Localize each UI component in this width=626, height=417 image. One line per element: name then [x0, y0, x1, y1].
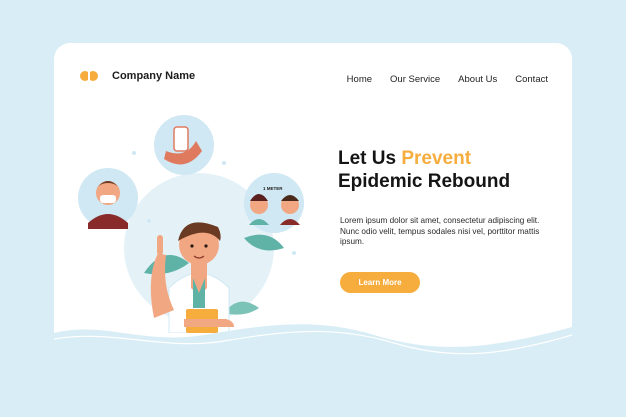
hero-title: Let Us Prevent Epidemic Rebound: [338, 147, 568, 193]
title-accent: Prevent: [401, 148, 472, 169]
learn-more-button[interactable]: Learn More: [340, 272, 420, 293]
title-part-2: Epidemic Rebound: [338, 171, 511, 192]
avatar-hand-sanitizer: [154, 115, 214, 175]
avatar-social-distancing: 1 METER: [244, 173, 304, 233]
avatar-masked-man: [78, 168, 138, 229]
company-name: Company Name: [112, 70, 196, 82]
hero-description: Lorem ipsum dolor sit amet, consectetur …: [340, 216, 540, 246]
nav-about-us[interactable]: About Us: [458, 74, 497, 85]
landing-card: Company Name Home Our Service About Us C…: [54, 43, 572, 369]
nav-our-service[interactable]: Our Service: [390, 74, 440, 85]
logo-icon: [80, 71, 98, 81]
nav-contact[interactable]: Contact: [515, 74, 548, 85]
title-part-1: Let Us: [338, 148, 402, 169]
distance-sign-text: 1 METER: [263, 186, 283, 191]
nav-home[interactable]: Home: [347, 74, 372, 85]
bottom-wave: [54, 324, 572, 369]
top-nav: Home Our Service About Us Contact: [347, 74, 548, 85]
logo[interactable]: Company Name: [78, 69, 195, 83]
